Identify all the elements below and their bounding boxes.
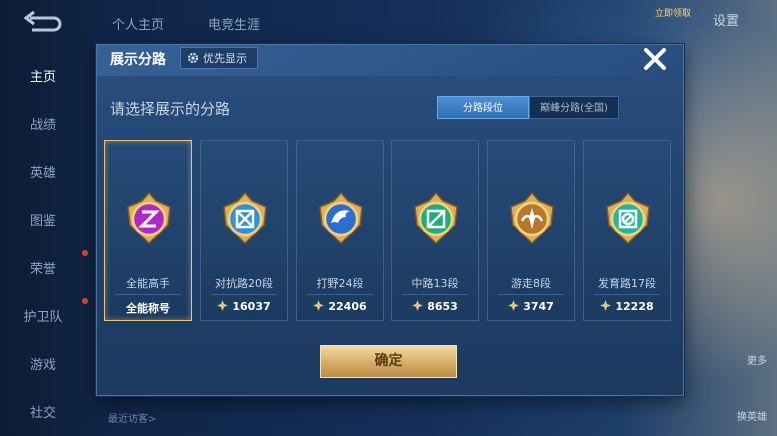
divider	[594, 294, 660, 295]
lane-score: 22406	[297, 300, 383, 313]
lane-card-mid[interactable]: 中路13段 8653	[391, 140, 479, 321]
lane-name: 全能高手	[126, 277, 170, 290]
farm-lane-emblem-icon	[606, 191, 650, 245]
sidebar-item-heroes[interactable]: 英雄	[0, 162, 86, 181]
lane-name: 中路13段	[411, 277, 459, 290]
clash-lane-emblem-icon	[223, 191, 267, 245]
lane-score: 16037	[201, 300, 287, 313]
back-arrow-icon[interactable]	[22, 10, 62, 34]
score-value: 16037	[232, 300, 271, 313]
tab-peak-lane[interactable]: 巅峰分路(全国)	[529, 96, 619, 119]
dialog-title: 展示分路	[110, 52, 166, 68]
dialog-subtitle: 请选择展示的分路	[110, 100, 231, 118]
view-tabs: 分路段位 巅峰分路(全国)	[437, 96, 619, 119]
tab-profile[interactable]: 个人主页	[112, 14, 164, 33]
all-round-emblem-icon	[127, 191, 171, 245]
rank-star-icon	[217, 300, 229, 311]
divider	[307, 294, 373, 295]
sidebar-item-records[interactable]: 战绩	[0, 114, 86, 133]
close-icon[interactable]	[640, 44, 670, 74]
sidebar-item-codex[interactable]: 图鉴	[0, 210, 86, 229]
lane-name: 游走8段	[511, 277, 551, 290]
rank-star-icon	[508, 300, 520, 311]
tab-esports[interactable]: 电竞生涯	[208, 14, 260, 33]
sidebar-item-home[interactable]: 主页	[0, 66, 86, 85]
sidebar-item-guard-team[interactable]: 护卫队	[0, 306, 86, 325]
divider	[402, 294, 468, 295]
sidebar-item-games[interactable]: 游戏	[0, 354, 86, 373]
divider	[115, 294, 181, 295]
sidebar-item-honor[interactable]: 荣誉	[0, 258, 86, 277]
lane-score: 8653	[392, 300, 478, 313]
divider	[498, 294, 564, 295]
score-value: 22406	[328, 300, 367, 313]
lane-card-clash[interactable]: 对抗路20段 16037	[200, 140, 288, 321]
lane-card-farm[interactable]: 发育路17段 12228	[583, 140, 671, 321]
confirm-button[interactable]: 确定	[320, 345, 457, 378]
gear-icon	[187, 52, 199, 64]
roam-emblem-icon	[510, 191, 554, 245]
change-hero-button[interactable]: 换英雄	[737, 408, 767, 423]
sidebar: 主页 战绩 英雄 图鉴 荣誉 护卫队 游戏 社交	[0, 0, 92, 436]
recent-visitors-link[interactable]: 最近访客>	[108, 410, 156, 425]
priority-label: 优先显示	[203, 52, 247, 65]
rank-star-icon	[600, 300, 612, 311]
tab-lane-rank[interactable]: 分路段位	[437, 96, 529, 119]
settings-button[interactable]: 设置	[713, 10, 739, 29]
lane-card-all-round[interactable]: 全能高手 全能称号	[104, 140, 192, 321]
jungle-emblem-icon	[319, 191, 363, 245]
priority-display-button[interactable]: 优先显示	[180, 47, 258, 69]
rank-star-icon	[313, 300, 325, 311]
lane-name: 发育路17段	[598, 277, 656, 290]
claim-badge[interactable]: 立即领取	[655, 6, 691, 19]
rank-star-icon	[412, 300, 424, 311]
lane-name: 打野24段	[316, 277, 364, 290]
more-button[interactable]: 更多	[747, 352, 767, 367]
lane-score: 3747	[488, 300, 574, 313]
divider	[211, 294, 277, 295]
lane-card-roam[interactable]: 游走8段 3747	[487, 140, 575, 321]
score-value: 8653	[427, 300, 458, 313]
score-value: 12228	[615, 300, 654, 313]
score-value: 3747	[523, 300, 554, 313]
notification-dot	[82, 298, 88, 304]
sidebar-item-social[interactable]: 社交	[0, 402, 86, 421]
lane-name: 对抗路20段	[215, 277, 273, 290]
lane-score: 12228	[584, 300, 670, 313]
notification-dot	[82, 250, 88, 256]
mid-lane-emblem-icon	[414, 191, 458, 245]
lane-card-jungle[interactable]: 打野24段 22406	[296, 140, 384, 321]
lane-score: 全能称号	[126, 302, 170, 315]
